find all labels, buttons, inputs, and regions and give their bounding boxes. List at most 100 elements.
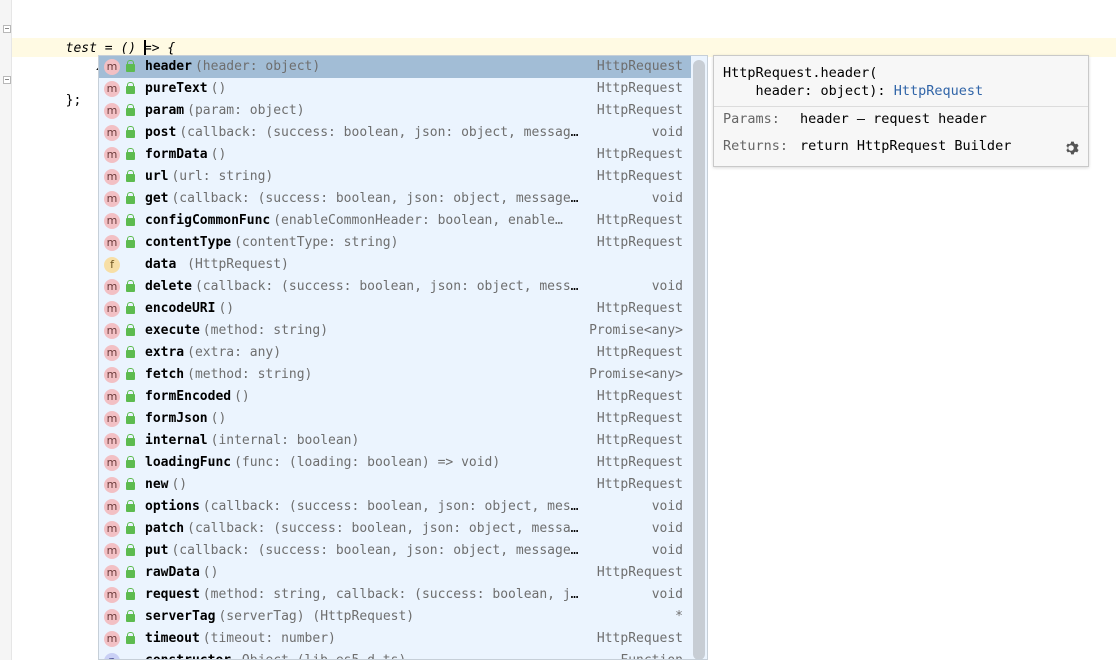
method-kind-icon: m <box>104 455 120 471</box>
completion-item-type: void <box>651 125 683 140</box>
method-kind-icon: m <box>104 631 120 647</box>
completion-item-type: HttpRequest <box>596 631 683 646</box>
completion-item-signature: (callback: (success: boolean, json: obje… <box>171 191 585 206</box>
public-visibility-icon <box>126 280 135 292</box>
completion-item-name: get <box>145 191 169 206</box>
gear-icon[interactable] <box>1063 140 1079 156</box>
completion-item[interactable]: m execute (method: string) Promise<any> <box>99 320 691 342</box>
public-visibility-icon <box>126 214 135 226</box>
completion-item-name: new <box>145 477 169 492</box>
completion-item-type: HttpRequest <box>596 59 683 74</box>
completion-popup[interactable]: m header (header: object) HttpRequest m pureT… <box>98 55 708 660</box>
text-caret <box>144 40 146 55</box>
method-kind-icon: m <box>104 521 120 537</box>
completion-item-name: loadingFunc <box>145 455 232 470</box>
completion-item-type: Function <box>620 650 683 659</box>
completion-item-name: serverTag <box>145 609 216 624</box>
completion-item-name: formJson <box>145 411 208 426</box>
method-kind-icon: m <box>104 169 120 185</box>
doc-return-type-link[interactable]: HttpRequest <box>894 83 983 99</box>
completion-item-signature: (method: string) <box>202 323 329 338</box>
completion-item-text: data (HttpRequest) <box>145 254 585 276</box>
completion-item-text: loadingFunc (func: (loading: boolean) => … <box>145 452 585 474</box>
completion-item-signature: (callback: (success: boolean, json: obje… <box>194 279 585 294</box>
public-visibility-icon <box>126 236 135 248</box>
completion-item-text: patch (callback: (success: boolean, json:… <box>145 518 585 540</box>
completion-item[interactable]: m url (url: string) HttpRequest <box>99 166 691 188</box>
completion-item-signature: () <box>210 81 227 96</box>
completion-item-text: delete (callback: (success: boolean, json… <box>145 276 585 298</box>
completion-item[interactable]: m contentType (contentType: string) HttpReq… <box>99 232 691 254</box>
method-kind-icon: m <box>104 191 120 207</box>
completion-item-text: options (callback: (success: boolean, jso… <box>145 496 585 518</box>
completion-item-type: HttpRequest <box>596 301 683 316</box>
doc-params-value: header – request header <box>800 111 987 127</box>
documentation-popup: HttpRequest.header( header: object): Htt… <box>713 55 1089 167</box>
completion-item-signature: (header: object) <box>194 59 321 74</box>
completion-item-name: formData <box>145 147 208 162</box>
completion-item[interactable]: m rawData() HttpRequest <box>99 562 691 584</box>
public-visibility-icon <box>126 588 135 600</box>
method-kind-icon: m <box>104 587 120 603</box>
completion-scrollbar[interactable] <box>693 60 705 659</box>
completion-item-name: configCommonFunc <box>145 213 271 228</box>
completion-item-signature: (callback: (success: boolean, json: obje… <box>202 499 585 514</box>
completion-item[interactable]: m serverTag (serverTag) (HttpRequest) * <box>99 606 691 628</box>
completion-item-signature: (timeout: number) <box>202 631 336 646</box>
completion-item[interactable]: m configCommonFunc (enableCommonHeader: bo… <box>99 210 691 232</box>
completion-item[interactable]: m loadingFunc (func: (loading: boolean) =>… <box>99 452 691 474</box>
fold-marker-icon[interactable] <box>3 25 11 33</box>
completion-item[interactable]: m internal (internal: boolean) HttpRequest <box>99 430 691 452</box>
completion-item[interactable]: p constructor Object (lib.es5.d.ts) Functi… <box>99 650 691 659</box>
completion-item-name: fetch <box>145 367 185 382</box>
completion-item-name: delete <box>145 279 192 294</box>
code-line-3[interactable]: }; <box>50 72 82 108</box>
completion-item[interactable]: m put (callback: (success: boolean, json: … <box>99 540 691 562</box>
completion-item-type: Promise<any> <box>589 367 683 382</box>
completion-item-text: new() <box>145 474 585 496</box>
completion-item[interactable]: m timeout (timeout: number) HttpRequest <box>99 628 691 650</box>
completion-item-signature: (method: string, callback: (success: boo… <box>202 587 585 602</box>
completion-item[interactable]: m extra (extra: any) HttpRequest <box>99 342 691 364</box>
completion-item-text: get (callback: (success: boolean, json: o… <box>145 188 585 210</box>
completion-item[interactable]: m fetch (method: string) Promise<any> <box>99 364 691 386</box>
public-visibility-icon <box>126 632 135 644</box>
completion-item-type: HttpRequest <box>596 235 683 250</box>
completion-item-text: configCommonFunc (enableCommonHeader: boo… <box>145 210 585 232</box>
public-visibility-icon <box>126 522 135 534</box>
completion-item[interactable]: m delete (callback: (success: boolean, jso… <box>99 276 691 298</box>
completion-item-text: header (header: object) <box>145 56 585 78</box>
doc-returns-value: return HttpRequest Builder <box>800 138 1012 154</box>
fold-marker-icon[interactable] <box>3 76 11 84</box>
public-visibility-icon <box>126 104 135 116</box>
completion-item[interactable]: m pureText() HttpRequest <box>99 78 691 100</box>
completion-item[interactable]: m get (callback: (success: boolean, json: … <box>99 188 691 210</box>
method-kind-icon: m <box>104 323 120 339</box>
completion-item[interactable]: m post (callback: (success: boolean, json:… <box>99 122 691 144</box>
completion-item-type: HttpRequest <box>596 147 683 162</box>
completion-item-signature: () <box>234 389 250 404</box>
completion-item-name: constructor <box>145 653 231 659</box>
public-visibility-icon <box>126 390 135 402</box>
completion-item[interactable]: m encodeURI() HttpRequest <box>99 298 691 320</box>
completion-item[interactable]: m formJson() HttpRequest <box>99 408 691 430</box>
completion-item[interactable]: m new() HttpRequest <box>99 474 691 496</box>
completion-item[interactable]: f data (HttpRequest) <box>99 254 691 276</box>
completion-item[interactable]: m formEncoded() HttpRequest <box>99 386 691 408</box>
completion-item[interactable]: m formData() HttpRequest <box>99 144 691 166</box>
completion-item-type: HttpRequest <box>596 103 683 118</box>
completion-item-signature: () <box>218 301 235 316</box>
completion-item[interactable]: m request (method: string, callback: (succ… <box>99 584 691 606</box>
completion-item-type: void <box>651 499 683 514</box>
completion-item-name: patch <box>145 521 185 536</box>
code-line-1[interactable]: test = () => { <box>50 20 176 56</box>
completion-item-name: formEncoded <box>145 389 232 404</box>
public-visibility-icon <box>126 170 135 182</box>
doc-params-label: Params: <box>723 111 780 127</box>
completion-item[interactable]: m options (callback: (success: boolean, js… <box>99 496 691 518</box>
completion-item[interactable]: m param (param: object) HttpRequest <box>99 100 691 122</box>
completion-item-text: post (callback: (success: boolean, json: … <box>145 122 585 144</box>
completion-item[interactable]: m patch (callback: (success: boolean, json… <box>99 518 691 540</box>
completion-item[interactable]: m header (header: object) HttpRequest <box>99 56 691 78</box>
method-kind-icon: m <box>104 301 120 317</box>
